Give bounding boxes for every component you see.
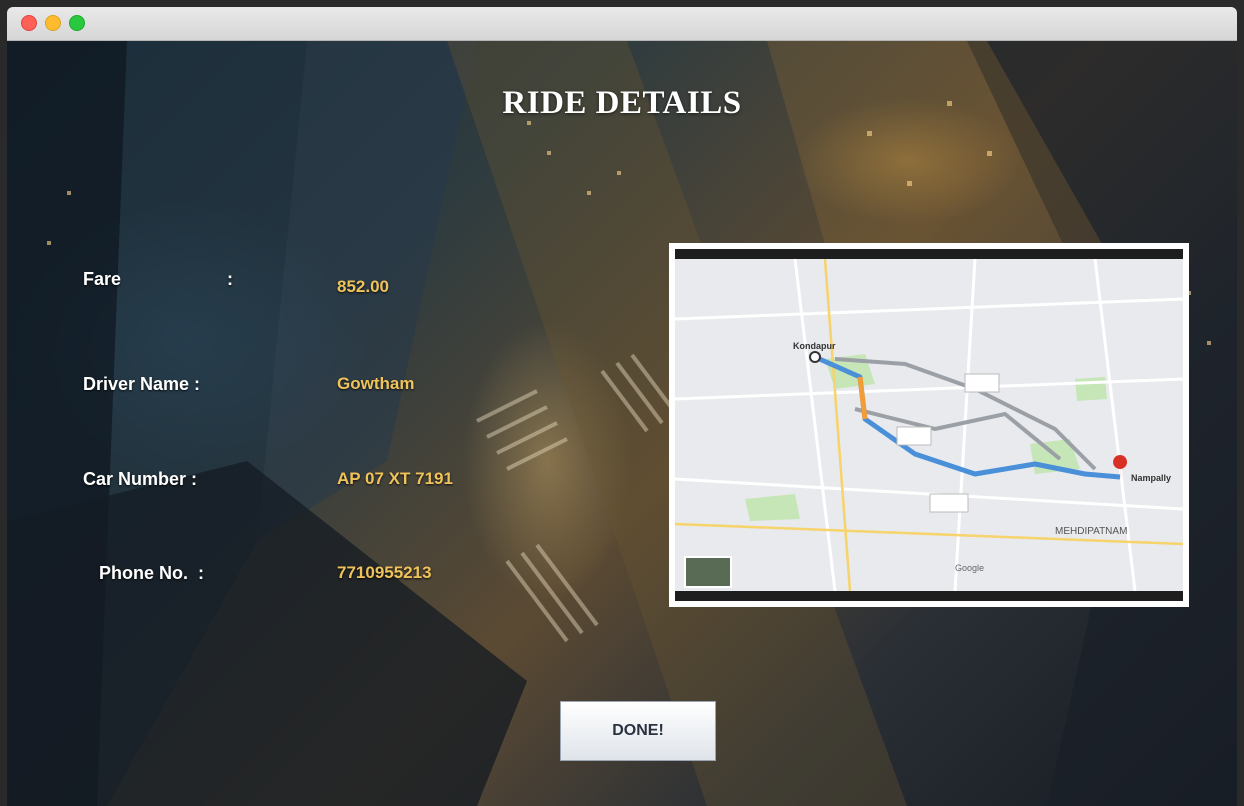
svg-text:Kondapur: Kondapur — [793, 341, 836, 351]
driver-name-label: Driver Name : — [83, 374, 201, 394]
maximize-window-button[interactable] — [69, 15, 85, 31]
fare-colon: : — [227, 269, 233, 289]
fare-label: Fare — [83, 269, 122, 289]
start-marker-icon — [809, 351, 821, 363]
phone-number-label: Phone No. : — [99, 563, 204, 583]
svg-text:MEHDIPATNAM: MEHDIPATNAM — [1055, 526, 1127, 537]
route-map-image: Kondapur Nampally MEHDIPATNAM Google — [675, 259, 1183, 591]
ride-details-panel: RIDE DETAILS Fare : 852.00 Driver Name :… — [7, 41, 1237, 806]
car-number-value: AP 07 XT 7191 — [337, 469, 453, 488]
phone-number-value: 7710955213 — [337, 563, 432, 582]
fare-value: 852.00 — [337, 277, 389, 296]
route-map[interactable]: Kondapur Nampally MEHDIPATNAM Google — [675, 249, 1183, 601]
page-title: RIDE DETAILS — [502, 85, 742, 121]
car-number-label: Car Number : — [83, 469, 198, 489]
svg-text:Google: Google — [955, 563, 984, 573]
close-window-button[interactable] — [21, 15, 37, 31]
svg-text:Nampally: Nampally — [1131, 473, 1171, 483]
satellite-toggle-icon — [684, 556, 732, 588]
driver-name-value: Gowtham — [337, 374, 415, 393]
route-map-frame: Kondapur Nampally MEHDIPATNAM Google — [669, 243, 1189, 607]
minimize-window-button[interactable] — [45, 15, 61, 31]
done-button[interactable]: DONE! — [560, 701, 716, 761]
app-window: RIDE DETAILS Fare : 852.00 Driver Name :… — [7, 7, 1237, 806]
window-titlebar — [7, 7, 1237, 41]
